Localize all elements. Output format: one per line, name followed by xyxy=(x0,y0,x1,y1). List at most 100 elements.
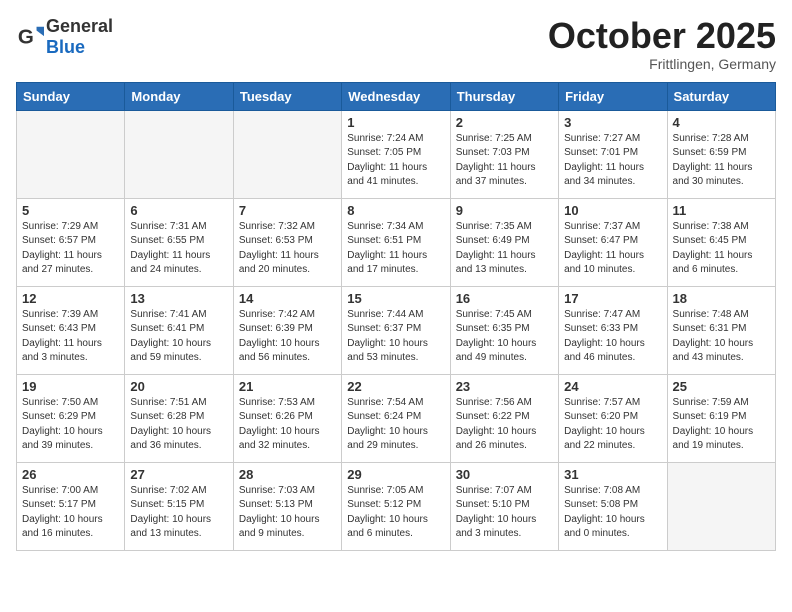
day-info: Sunrise: 7:42 AM Sunset: 6:39 PM Dayligh… xyxy=(239,308,336,366)
calendar-cell: 9Sunrise: 7:35 AM Sunset: 6:49 PM Daylig… xyxy=(450,198,558,286)
calendar-cell: 24 Sunrise: 7:57 AM Sunset: 6:20 PM Dayli… xyxy=(559,374,667,462)
day-info: Sunrise: 7:32 AM Sunset: 6:53 PM Dayligh… xyxy=(239,220,336,278)
title-block: October 2025 Frittlingen, Germany xyxy=(548,16,776,72)
calendar-cell: 12 Sunrise: 7:39 AM Sunset: 6:43 PM Dayli… xyxy=(17,286,125,374)
calendar-cell xyxy=(233,110,341,198)
calendar-cell: 28 Sunrise: 7:03 AM Sunset: 5:13 PM Dayli… xyxy=(233,462,341,550)
weekday-header-row: SundayMondayTuesdayWednesdayThursdayFrid… xyxy=(17,82,776,110)
day-number: 20 xyxy=(130,379,227,394)
day-info: Sunrise: 7:45 AM Sunset: 6:35 PM Dayligh… xyxy=(456,308,553,366)
day-number: 9 xyxy=(456,203,553,218)
day-number: 23 xyxy=(456,379,553,394)
calendar-cell: 17Sunrise: 7:47 AM Sunset: 6:33 PM Dayli… xyxy=(559,286,667,374)
day-number: 14 xyxy=(239,291,336,306)
week-row-1: 1Sunrise: 7:24 AM Sunset: 7:05 PM Daylig… xyxy=(17,110,776,198)
calendar-table: SundayMondayTuesdayWednesdayThursdayFrid… xyxy=(16,82,776,551)
day-number: 4 xyxy=(673,115,770,130)
day-number: 2 xyxy=(456,115,553,130)
day-info: Sunrise: 7:28 AM Sunset: 6:59 PM Dayligh… xyxy=(673,132,770,190)
calendar-cell: 23 Sunrise: 7:56 AM Sunset: 6:22 PM Dayli… xyxy=(450,374,558,462)
svg-text:G: G xyxy=(18,26,34,49)
day-info: Sunrise: 7:03 AM Sunset: 5:13 PM Dayligh… xyxy=(239,484,336,542)
calendar-cell: 31Sunrise: 7:08 AM Sunset: 5:08 PM Dayli… xyxy=(559,462,667,550)
day-number: 16 xyxy=(456,291,553,306)
weekday-header-sunday: Sunday xyxy=(17,82,125,110)
calendar-cell: 29Sunrise: 7:05 AM Sunset: 5:12 PM Dayli… xyxy=(342,462,450,550)
day-number: 17 xyxy=(564,291,661,306)
day-number: 27 xyxy=(130,467,227,482)
logo-icon: G xyxy=(16,23,44,51)
day-number: 10 xyxy=(564,203,661,218)
day-number: 26 xyxy=(22,467,119,482)
calendar-cell: 20Sunrise: 7:51 AM Sunset: 6:28 PM Dayli… xyxy=(125,374,233,462)
calendar-cell: 4 Sunrise: 7:28 AM Sunset: 6:59 PM Daylig… xyxy=(667,110,775,198)
day-number: 11 xyxy=(673,203,770,218)
calendar-cell: 30 Sunrise: 7:07 AM Sunset: 5:10 PM Dayli… xyxy=(450,462,558,550)
day-info: Sunrise: 7:41 AM Sunset: 6:41 PM Dayligh… xyxy=(130,308,227,366)
day-info: Sunrise: 7:02 AM Sunset: 5:15 PM Dayligh… xyxy=(130,484,227,542)
day-info: Sunrise: 7:54 AM Sunset: 6:24 PM Dayligh… xyxy=(347,396,444,454)
weekday-header-monday: Monday xyxy=(125,82,233,110)
day-info: Sunrise: 7:07 AM Sunset: 5:10 PM Dayligh… xyxy=(456,484,553,542)
logo-blue-text: Blue xyxy=(46,37,85,57)
calendar-cell: 19 Sunrise: 7:50 AM Sunset: 6:29 PM Dayli… xyxy=(17,374,125,462)
day-number: 12 xyxy=(22,291,119,306)
day-info: Sunrise: 7:25 AM Sunset: 7:03 PM Dayligh… xyxy=(456,132,553,190)
day-number: 18 xyxy=(673,291,770,306)
day-number: 19 xyxy=(22,379,119,394)
calendar-cell: 16 Sunrise: 7:45 AM Sunset: 6:35 PM Dayli… xyxy=(450,286,558,374)
day-info: Sunrise: 7:57 AM Sunset: 6:20 PM Dayligh… xyxy=(564,396,661,454)
day-info: Sunrise: 7:00 AM Sunset: 5:17 PM Dayligh… xyxy=(22,484,119,542)
day-number: 22 xyxy=(347,379,444,394)
logo-general-text: General xyxy=(46,16,113,36)
calendar-cell xyxy=(667,462,775,550)
day-info: Sunrise: 7:29 AM Sunset: 6:57 PM Dayligh… xyxy=(22,220,119,278)
weekday-header-thursday: Thursday xyxy=(450,82,558,110)
calendar-cell: 10 Sunrise: 7:37 AM Sunset: 6:47 PM Dayli… xyxy=(559,198,667,286)
day-info: Sunrise: 7:56 AM Sunset: 6:22 PM Dayligh… xyxy=(456,396,553,454)
weekday-header-friday: Friday xyxy=(559,82,667,110)
day-info: Sunrise: 7:34 AM Sunset: 6:51 PM Dayligh… xyxy=(347,220,444,278)
day-number: 7 xyxy=(239,203,336,218)
calendar-cell: 27 Sunrise: 7:02 AM Sunset: 5:15 PM Dayli… xyxy=(125,462,233,550)
calendar-cell: 25 Sunrise: 7:59 AM Sunset: 6:19 PM Dayli… xyxy=(667,374,775,462)
week-row-4: 19 Sunrise: 7:50 AM Sunset: 6:29 PM Dayli… xyxy=(17,374,776,462)
calendar-cell: 18 Sunrise: 7:48 AM Sunset: 6:31 PM Dayli… xyxy=(667,286,775,374)
day-info: Sunrise: 7:05 AM Sunset: 5:12 PM Dayligh… xyxy=(347,484,444,542)
weekday-header-tuesday: Tuesday xyxy=(233,82,341,110)
day-info: Sunrise: 7:24 AM Sunset: 7:05 PM Dayligh… xyxy=(347,132,444,190)
calendar-cell: 14 Sunrise: 7:42 AM Sunset: 6:39 PM Dayli… xyxy=(233,286,341,374)
day-info: Sunrise: 7:38 AM Sunset: 6:45 PM Dayligh… xyxy=(673,220,770,278)
calendar-cell xyxy=(17,110,125,198)
calendar-cell: 15Sunrise: 7:44 AM Sunset: 6:37 PM Dayli… xyxy=(342,286,450,374)
weekday-header-saturday: Saturday xyxy=(667,82,775,110)
day-info: Sunrise: 7:48 AM Sunset: 6:31 PM Dayligh… xyxy=(673,308,770,366)
page-header: G General Blue October 2025 Frittlingen,… xyxy=(16,16,776,72)
day-number: 24 xyxy=(564,379,661,394)
day-info: Sunrise: 7:59 AM Sunset: 6:19 PM Dayligh… xyxy=(673,396,770,454)
day-number: 5 xyxy=(22,203,119,218)
day-number: 6 xyxy=(130,203,227,218)
calendar-cell: 3Sunrise: 7:27 AM Sunset: 7:01 PM Daylig… xyxy=(559,110,667,198)
month-title: October 2025 xyxy=(548,16,776,56)
calendar-cell: 26 Sunrise: 7:00 AM Sunset: 5:17 PM Dayli… xyxy=(17,462,125,550)
calendar-cell: 22 Sunrise: 7:54 AM Sunset: 6:24 PM Dayli… xyxy=(342,374,450,462)
day-number: 25 xyxy=(673,379,770,394)
calendar-cell: 13 Sunrise: 7:41 AM Sunset: 6:41 PM Dayli… xyxy=(125,286,233,374)
day-info: Sunrise: 7:37 AM Sunset: 6:47 PM Dayligh… xyxy=(564,220,661,278)
day-number: 30 xyxy=(456,467,553,482)
logo: G General Blue xyxy=(16,16,113,58)
day-info: Sunrise: 7:50 AM Sunset: 6:29 PM Dayligh… xyxy=(22,396,119,454)
day-info: Sunrise: 7:53 AM Sunset: 6:26 PM Dayligh… xyxy=(239,396,336,454)
day-info: Sunrise: 7:39 AM Sunset: 6:43 PM Dayligh… xyxy=(22,308,119,366)
calendar-cell: 11 Sunrise: 7:38 AM Sunset: 6:45 PM Dayli… xyxy=(667,198,775,286)
location: Frittlingen, Germany xyxy=(548,56,776,72)
day-info: Sunrise: 7:44 AM Sunset: 6:37 PM Dayligh… xyxy=(347,308,444,366)
day-number: 8 xyxy=(347,203,444,218)
day-number: 28 xyxy=(239,467,336,482)
calendar-cell: 5 Sunrise: 7:29 AM Sunset: 6:57 PM Daylig… xyxy=(17,198,125,286)
calendar-cell: 21Sunrise: 7:53 AM Sunset: 6:26 PM Dayli… xyxy=(233,374,341,462)
calendar-cell xyxy=(125,110,233,198)
day-number: 13 xyxy=(130,291,227,306)
calendar-cell: 2 Sunrise: 7:25 AM Sunset: 7:03 PM Daylig… xyxy=(450,110,558,198)
